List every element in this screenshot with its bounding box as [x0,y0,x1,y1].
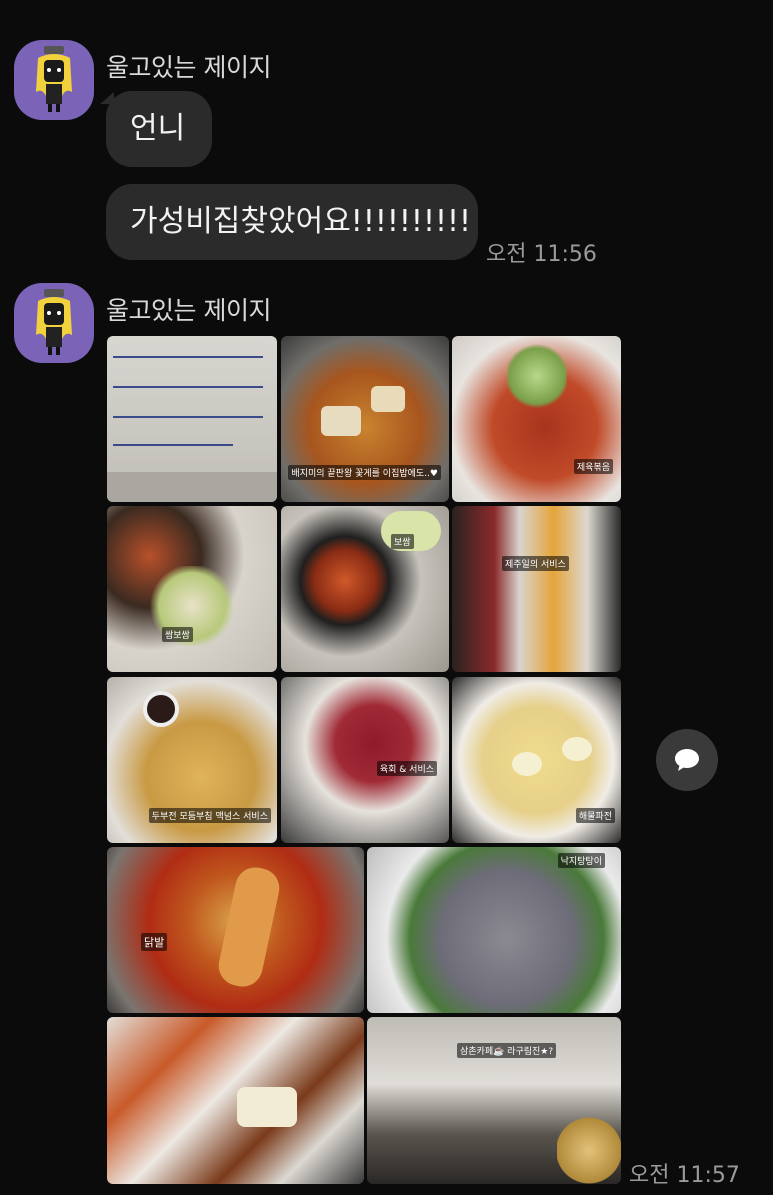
stir-fry-photo[interactable]: 제육볶음 [452,336,621,502]
photo-caption: 낙지탕탕이 [557,853,605,868]
timestamp: 오전 11:56 [486,242,597,267]
photo-caption: 배지미의 끝판왕 꽃게를 이집밥에도..♥ [288,465,441,480]
profile-character-icon [36,289,72,355]
sender-name: 울고있는 제이지 [106,296,271,325]
photo-caption: 육회 & 서비스 [376,761,437,776]
message-bubble[interactable]: 가성비집찾았어요!!!!!!!!!! [106,184,478,260]
cafe-photo[interactable]: 삼촌카페☕️ 라구림진★? [367,1017,621,1184]
avatar[interactable] [14,283,94,363]
photo-caption: 제육볶음 [573,459,613,474]
photo-caption: 보쌈 [391,534,414,549]
raw-beef-photo[interactable]: 육회 & 서비스 [281,677,449,843]
pancake-photo[interactable]: 해물파전 [452,677,621,843]
side-dish-photo[interactable]: 제주일의 서비스 [452,506,621,672]
speech-bubble-icon [675,749,699,771]
photo-caption: 쌈보쌈 [162,627,193,642]
share-button[interactable] [656,729,718,791]
octopus-photo[interactable]: 낙지탕탕이 [367,847,621,1013]
menu-photo[interactable] [107,336,277,502]
photo-caption: 닭발 [141,933,168,951]
photo-caption: 제주일의 서비스 [502,556,569,571]
timestamp: 오전 11:57 [629,1163,740,1188]
sender-name: 울고있는 제이지 [106,53,271,82]
wrap-photo[interactable]: 쌈보쌈 [107,506,277,672]
photo-caption: 삼촌카페☕️ 라구림진★? [457,1043,557,1058]
message-bubble[interactable]: 언니 [106,91,212,167]
braised-chicken-photo[interactable]: 닭발 [107,847,364,1013]
banchan-photo[interactable] [107,1017,364,1184]
stew-photo[interactable]: 배지미의 끝판왕 꽃게를 이집밥에도..♥ [281,336,449,502]
photo-caption: 두부전 모둠부침 맥넘스 서비스 [148,808,271,823]
photo-caption: 해물파전 [575,808,615,823]
jeon-photo[interactable]: 두부전 모둠부침 맥넘스 서비스 [107,677,277,843]
avatar[interactable] [14,40,94,120]
jjigae-photo[interactable]: 보쌈 [281,506,449,672]
profile-character-icon [36,46,72,112]
